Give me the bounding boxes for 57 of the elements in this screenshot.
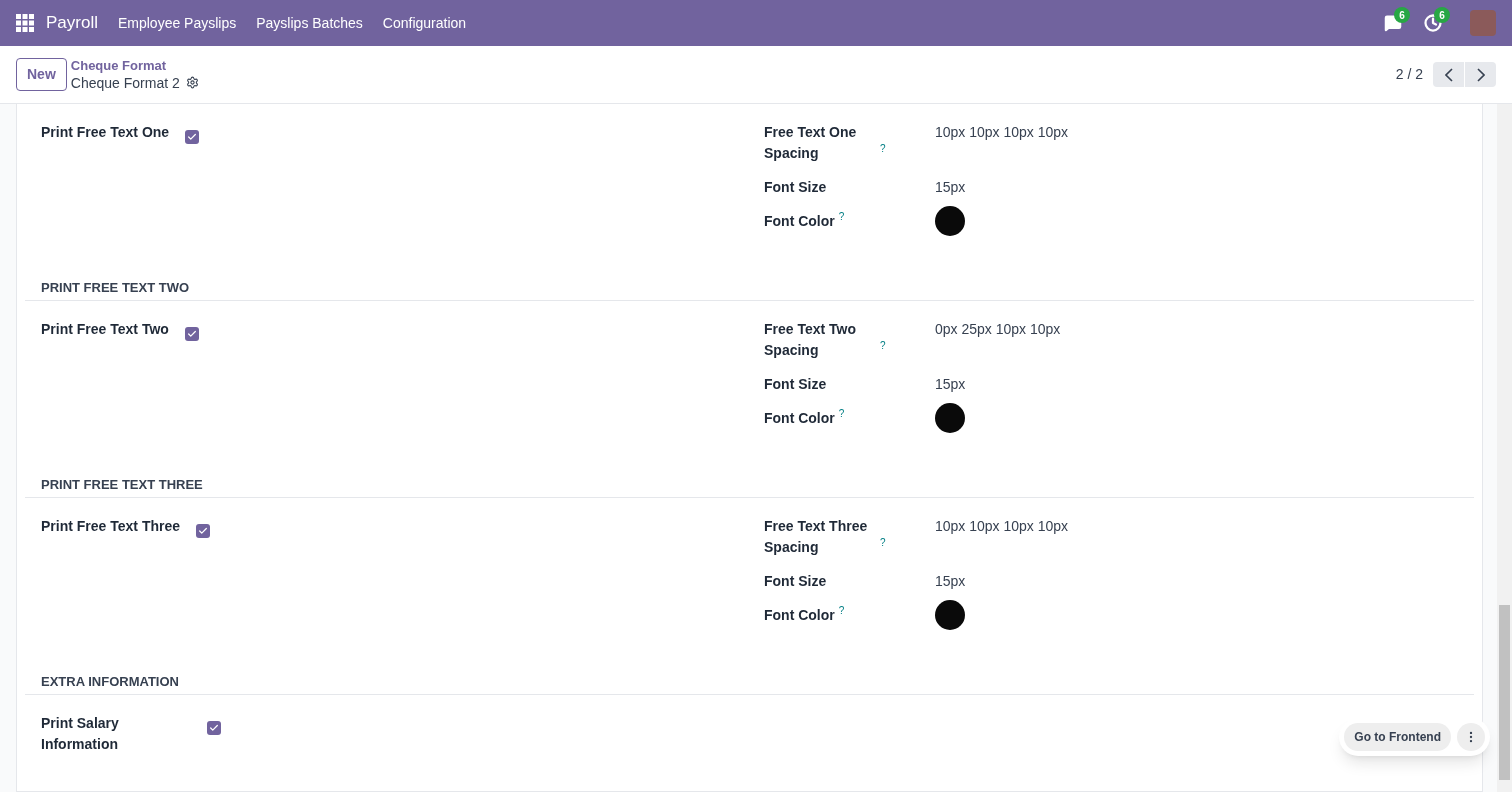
- field-label: Font Color: [764, 212, 835, 231]
- field-value: 10px 10px 10px 10px: [935, 123, 1069, 142]
- notification-badge: 6: [1394, 7, 1410, 23]
- settings-icon[interactable]: [185, 76, 199, 89]
- check-icon: [186, 329, 197, 339]
- notification-badge: 6: [1434, 7, 1450, 23]
- new-button[interactable]: New: [16, 58, 67, 91]
- help-tooltip-mark[interactable]: ?: [880, 537, 886, 549]
- field-value: 0px 25px 10px 10px: [935, 320, 1061, 339]
- chevron-left-icon: [1444, 67, 1453, 82]
- apps-grid-icon[interactable]: [16, 14, 34, 32]
- color-swatch[interactable]: [935, 403, 965, 433]
- field-label: Free Text Three Spacing: [764, 517, 869, 557]
- check-icon: [198, 526, 208, 536]
- field-value: 15px: [935, 375, 966, 394]
- help-tooltip-mark[interactable]: ?: [838, 605, 845, 617]
- section-heading: PRINT FREE TEXT THREE: [41, 475, 203, 494]
- menu-item[interactable]: Configuration: [382, 12, 467, 34]
- field-label: Print Salary Information: [41, 714, 120, 754]
- scrollbar-thumb[interactable]: [1499, 605, 1510, 780]
- field-label: Print Free Text One: [41, 123, 170, 142]
- field-label: Free Text Two Spacing: [764, 320, 858, 360]
- checkbox[interactable]: [185, 130, 200, 144]
- color-swatch[interactable]: [935, 206, 965, 236]
- help-tooltip-mark[interactable]: ?: [880, 340, 886, 352]
- menu-item[interactable]: Payslips Batches: [256, 12, 363, 34]
- chevron-right-icon: [1476, 67, 1485, 82]
- field-label: Font Size: [764, 572, 827, 591]
- menu-item[interactable]: Employee Payslips: [117, 12, 237, 34]
- field-label: Print Free Text Two: [41, 320, 169, 339]
- previous-button[interactable]: [1433, 62, 1464, 87]
- check-icon: [187, 132, 198, 142]
- color-swatch[interactable]: [935, 600, 965, 630]
- help-tooltip-mark[interactable]: ?: [880, 143, 886, 155]
- go-to-frontend-button[interactable]: Go to Frontend: [1344, 723, 1451, 751]
- checkbox[interactable]: [196, 524, 210, 538]
- field-label: Free Text One Spacing: [764, 123, 858, 163]
- help-tooltip-mark[interactable]: ?: [838, 211, 845, 223]
- checkbox[interactable]: [207, 721, 221, 735]
- section-heading: EXTRA INFORMATION: [41, 672, 179, 691]
- record-title: Cheque Format 2: [70, 73, 180, 92]
- field-label: Font Size: [764, 178, 827, 197]
- help-tooltip-mark[interactable]: ?: [838, 408, 845, 420]
- field-label: Font Color: [764, 409, 835, 428]
- field-label: Font Size: [764, 375, 827, 394]
- field-label: Font Color: [764, 606, 835, 625]
- next-button[interactable]: [1465, 62, 1496, 87]
- field-value: 10px 10px 10px 10px: [935, 517, 1069, 536]
- app-name[interactable]: Payroll: [46, 10, 98, 36]
- field-label: Print Free Text Three: [41, 517, 180, 536]
- breadcrumb-link[interactable]: Cheque Format: [70, 57, 199, 74]
- field-value: 15px: [935, 572, 966, 591]
- section-heading: PRINT FREE TEXT TWO: [41, 278, 190, 297]
- pager-value: 2 / 2: [1395, 65, 1423, 84]
- check-icon: [209, 723, 219, 733]
- checkbox[interactable]: [184, 327, 199, 341]
- field-value: 15px: [935, 178, 966, 197]
